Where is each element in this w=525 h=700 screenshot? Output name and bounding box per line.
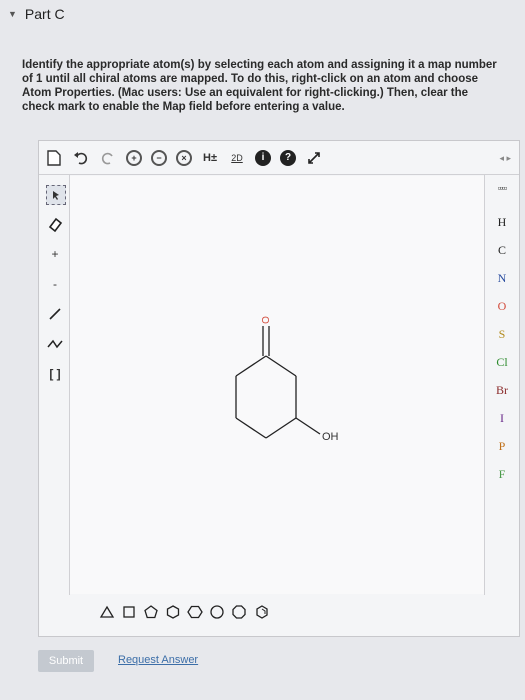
charge-minus-icon[interactable]: - (46, 275, 64, 293)
2d-clean-icon[interactable]: 2D (228, 149, 246, 167)
instructions: Identify the appropriate atom(s) by sele… (22, 59, 497, 113)
info-icon[interactable]: i (255, 149, 271, 166)
select-tool-icon[interactable] (46, 185, 66, 205)
element-O[interactable]: O (485, 299, 519, 314)
chain-tool-icon[interactable] (46, 335, 64, 353)
editor-toolbar: + − × H± 2D i ? ◂ ▸ (39, 141, 519, 175)
zoom-in-icon[interactable]: + (126, 149, 142, 166)
pentagon-shape-icon[interactable] (143, 604, 159, 620)
heptagon-shape-icon[interactable] (209, 604, 225, 620)
octagon-shape-icon[interactable] (231, 604, 247, 620)
nav-arrows-icon[interactable]: ◂ ▸ (499, 153, 511, 164)
element-Cl[interactable]: Cl (485, 355, 519, 370)
help-icon[interactable]: ? (280, 149, 296, 166)
part-header[interactable]: ▼ Part C (8, 6, 65, 22)
request-answer-link[interactable]: Request Answer (118, 654, 198, 666)
element-H[interactable]: H (485, 215, 519, 230)
element-C[interactable]: C (485, 243, 519, 258)
hexagon-flat-shape-icon[interactable] (187, 604, 203, 620)
new-document-icon[interactable] (45, 149, 63, 167)
zoom-fit-icon[interactable]: × (176, 149, 192, 166)
add-hydrogens-icon[interactable]: H± (201, 149, 219, 167)
benzene-shape-icon[interactable] (253, 604, 271, 620)
collapse-arrow-icon[interactable]: ▼ (8, 9, 17, 19)
submit-button[interactable]: Submit (38, 650, 94, 672)
drawing-canvas[interactable]: O OH (70, 176, 484, 594)
periodic-table-icon[interactable]: ▫▫▫▫ (485, 183, 519, 193)
redo-icon[interactable] (99, 149, 117, 167)
hydroxyl-label[interactable]: OH (322, 431, 339, 443)
eraser-icon[interactable] (46, 215, 64, 233)
right-element-panel: ▫▫▫▫ H C N O S Cl Br I P F (484, 175, 519, 595)
molecule-editor[interactable]: + − × H± 2D i ? ◂ ▸ + - [ ] O OH ▫▫▫▫ H … (38, 140, 520, 637)
charge-plus-icon[interactable]: + (46, 245, 64, 263)
left-toolbar: + - [ ] (39, 175, 70, 595)
expand-icon[interactable] (305, 149, 323, 167)
carbonyl-oxygen-label[interactable]: O (259, 316, 270, 324)
element-P[interactable]: P (485, 439, 519, 454)
undo-icon[interactable] (72, 149, 90, 167)
element-N[interactable]: N (485, 271, 519, 286)
bracket-tool-icon[interactable]: [ ] (46, 365, 64, 383)
single-bond-icon[interactable] (46, 305, 64, 323)
element-S[interactable]: S (485, 327, 519, 342)
hexagon-shape-icon[interactable] (165, 604, 181, 620)
element-I[interactable]: I (485, 411, 519, 426)
shape-toolbar (71, 597, 485, 627)
element-F[interactable]: F (485, 467, 519, 482)
square-shape-icon[interactable] (121, 604, 137, 620)
molecule-structure: O OH (235, 316, 339, 443)
triangle-shape-icon[interactable] (99, 604, 115, 620)
element-Br[interactable]: Br (485, 383, 519, 398)
zoom-out-icon[interactable]: − (151, 149, 167, 166)
part-title: Part C (24, 6, 65, 22)
